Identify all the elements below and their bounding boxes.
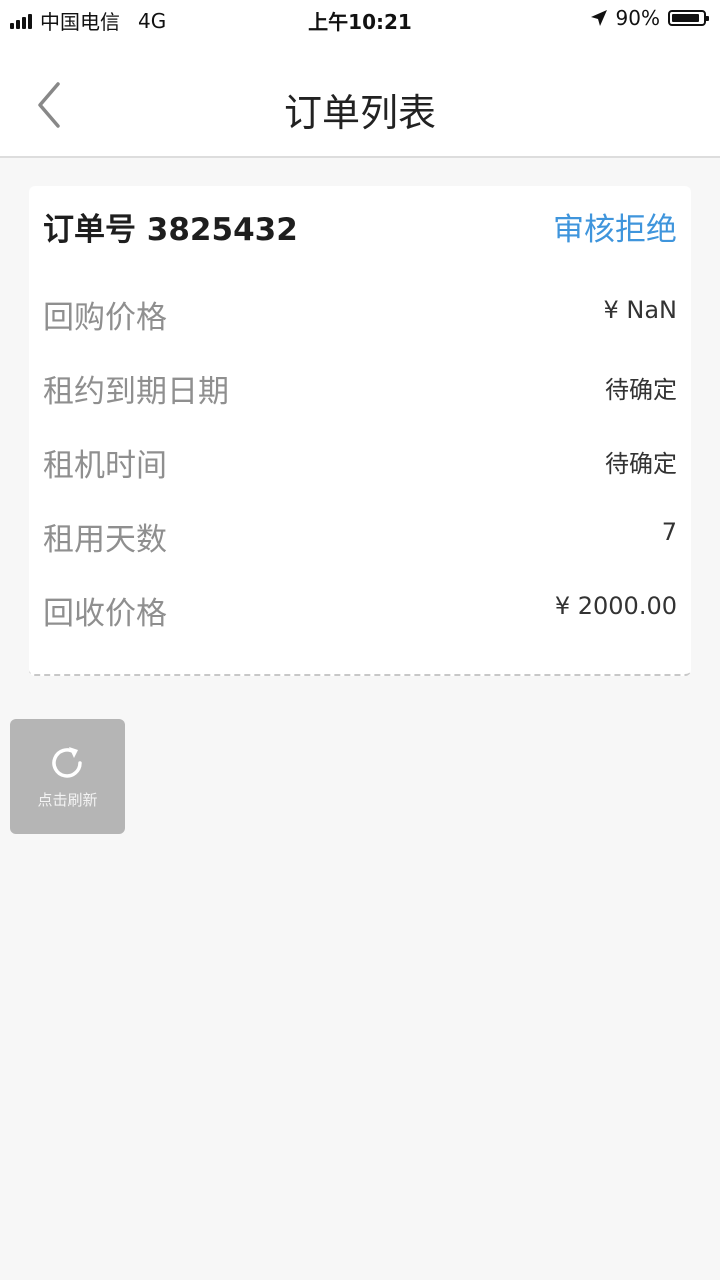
order-details: 回购价格 ¥ NaN 租约到期日期 待确定 租机时间 待确定 租用天数 7 回收… [43,282,677,652]
refresh-label: 点击刷新 [37,791,98,809]
detail-value: ¥ NaN [603,296,677,324]
detail-row-recycle-price: 回收价格 ¥ 2000.00 [43,578,677,652]
order-card[interactable]: 订单号 3825432 审核拒绝 回购价格 ¥ NaN 租约到期日期 待确定 租… [29,186,691,676]
battery-percent: 90% [615,6,660,30]
detail-value: 7 [661,518,677,546]
detail-label: 回收价格 [43,596,167,632]
detail-label: 租机时间 [43,448,167,484]
status-bar: 中国电信 4G 上午10:21 90% [0,0,720,38]
nav-bar: 订单列表 [0,38,720,158]
order-status[interactable]: 审核拒绝 [553,204,677,249]
status-bar-right: 90% [590,6,709,30]
detail-label: 租约到期日期 [43,374,229,410]
refresh-icon [52,747,82,778]
location-arrow-icon [590,10,607,26]
detail-row-rental-time: 租机时间 待确定 [43,430,677,504]
detail-label: 租用天数 [43,522,167,558]
detail-row-rental-days: 租用天数 7 [43,504,677,578]
detail-row-lease-expiry: 租约到期日期 待确定 [43,356,677,430]
detail-value: 待确定 [605,376,677,404]
battery-icon [668,10,709,26]
order-header: 订单号 3825432 审核拒绝 [43,204,677,248]
detail-value: 待确定 [605,450,677,478]
detail-label: 回购价格 [43,300,167,336]
refresh-button[interactable]: 点击刷新 [10,719,125,834]
detail-row-buyback-price: 回购价格 ¥ NaN [43,282,677,356]
order-number: 订单号 3825432 [43,212,298,248]
detail-value: ¥ 2000.00 [554,592,677,620]
page-title: 订单列表 [283,91,436,135]
battery-level-fill [672,14,699,22]
